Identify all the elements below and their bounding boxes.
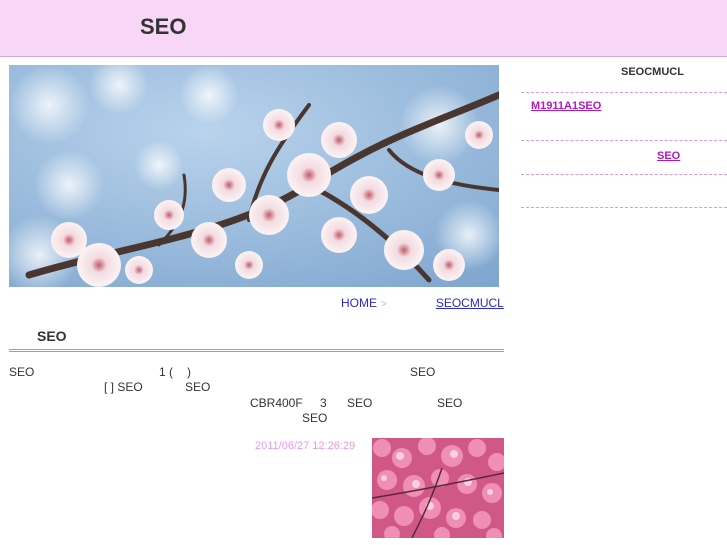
entry-text: CBR400F [250, 396, 303, 410]
title-divider [9, 349, 504, 352]
sidebar-link[interactable] [557, 186, 689, 198]
sidebar-link-continuation[interactable] [595, 116, 652, 128]
entry-text: SEO [347, 396, 373, 410]
breadcrumb-home-link[interactable]: HOME [341, 296, 377, 310]
sidebar-divider [521, 174, 727, 175]
entry-text: 1 ( [159, 365, 174, 379]
sidebar-divider [521, 92, 727, 93]
sidebar-link-m1911a1seo[interactable]: M1911A1SEO [531, 100, 711, 112]
sidebar: SEOCMUCL M1911A1SEO SEO [521, 60, 727, 545]
breadcrumb-current-link[interactable]: SEOCMUCL [390, 296, 504, 310]
entry-text: SEO [410, 365, 436, 379]
breadcrumb-separator: > [381, 299, 387, 310]
site-header: SEO [0, 0, 727, 57]
entry-timestamp: 2011/06/27 12:26:29 [255, 440, 356, 452]
sidebar-title: SEOCMUCL [621, 66, 684, 78]
entry-text: 3 [320, 396, 327, 410]
entry-text: SEO [185, 380, 211, 394]
hero-image-cherry-blossoms [9, 65, 499, 287]
entry-text: ) [187, 365, 191, 379]
entry-text: SEO [9, 365, 35, 379]
sidebar-divider [521, 140, 727, 141]
entry-photo-pink-blossoms[interactable] [372, 438, 504, 538]
sidebar-divider [521, 207, 727, 208]
breadcrumb: HOME > SEOCMUCL [341, 296, 504, 310]
entry-title: SEO [37, 328, 67, 344]
entry-text: SEO [437, 396, 463, 410]
sidebar-link-seo[interactable]: SEO [537, 150, 709, 162]
entry-text: [ ] SEO [104, 380, 143, 394]
site-title[interactable]: SEO [140, 14, 186, 40]
entry-text: SEO [302, 411, 328, 425]
